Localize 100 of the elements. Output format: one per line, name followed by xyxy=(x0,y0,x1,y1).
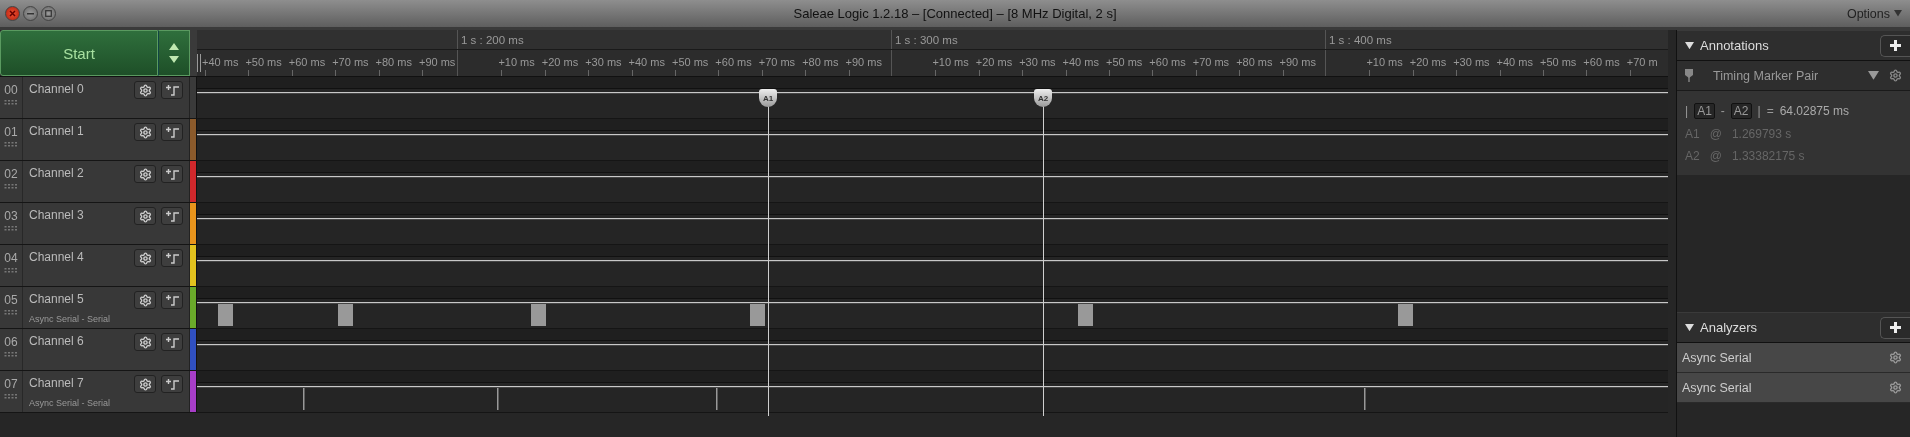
channel-name: Channel 4 xyxy=(29,250,84,264)
minimize-icon xyxy=(27,12,34,15)
channel-settings-button[interactable] xyxy=(134,207,156,225)
channel-header[interactable]: 04 Channel 4 xyxy=(0,245,190,286)
close-icon xyxy=(9,10,16,17)
trigger-button[interactable] xyxy=(161,291,183,309)
minor-time-label: +80 ms xyxy=(1236,56,1273,68)
edge-trigger-icon xyxy=(164,378,180,390)
minor-time-label: +40 ms xyxy=(1062,56,1099,68)
time-difference: 64.02875 ms xyxy=(1779,104,1850,118)
channel-header[interactable]: 01 Channel 1 xyxy=(0,119,190,160)
minor-time-label: +90 ms xyxy=(1279,56,1316,68)
up-down-arrows-icon xyxy=(169,42,179,64)
close-button[interactable] xyxy=(5,6,20,21)
grip-icon xyxy=(4,226,18,231)
settings-icon xyxy=(1889,69,1902,82)
channel-header[interactable]: 06 Channel 6 xyxy=(0,329,190,370)
settings-icon xyxy=(138,83,152,97)
channel-settings-button[interactable] xyxy=(134,123,156,141)
formula-symbol: - xyxy=(1720,104,1725,118)
analyzer-name: Async Serial xyxy=(1682,350,1752,365)
add-button[interactable] xyxy=(1880,316,1910,339)
analyzer-name: Async Serial xyxy=(1682,380,1752,395)
channel-name: Channel 2 xyxy=(29,166,84,180)
channel-settings-button[interactable] xyxy=(134,333,156,351)
start-button[interactable]: Start xyxy=(0,30,158,76)
caret-icon xyxy=(1894,10,1902,17)
timing-marker[interactable]: A2 xyxy=(1034,89,1052,107)
grip-icon xyxy=(4,100,18,105)
measurement-header[interactable]: Timing Marker Pair xyxy=(1677,61,1910,91)
minor-time-label: +10 ms xyxy=(1366,56,1403,68)
channel-number: 05 xyxy=(4,293,18,307)
minor-time-label: +50 ms xyxy=(245,56,282,68)
minor-time-label: +70 ms xyxy=(332,56,369,68)
channel-header[interactable]: 02 Channel 2 xyxy=(0,161,190,202)
minor-time-label: +80 ms xyxy=(375,56,412,68)
channel-number: 03 xyxy=(4,209,18,223)
major-time-label: 1 s : 200 ms xyxy=(460,33,524,48)
edge-trigger-icon xyxy=(164,336,180,348)
analyzer-item[interactable]: Async Serial xyxy=(1677,343,1910,373)
major-time-label: 1 s : 400 ms xyxy=(1328,33,1392,48)
trigger-button[interactable] xyxy=(161,123,183,141)
panel-header[interactable]: Analyzers xyxy=(1677,312,1910,343)
trigger-button[interactable] xyxy=(161,249,183,267)
options-menu[interactable]: Options xyxy=(1846,6,1902,21)
channel-settings-button[interactable] xyxy=(134,81,156,99)
channel-settings-button[interactable] xyxy=(134,249,156,267)
minor-time-label: +30 ms xyxy=(585,56,622,68)
panel-header[interactable]: Annotations xyxy=(1677,30,1910,61)
channel-settings-button[interactable] xyxy=(134,291,156,309)
plus-icon xyxy=(1890,322,1901,333)
settings-icon xyxy=(138,335,152,349)
time-ruler[interactable] xyxy=(190,30,1668,76)
settings-icon xyxy=(138,125,152,139)
channel-header[interactable]: 07 Channel 7 Async Serial - Serial xyxy=(0,371,190,412)
minor-time-label: +40 ms xyxy=(628,56,665,68)
trigger-button[interactable] xyxy=(161,207,183,225)
channel-header[interactable]: 00 Channel 0 xyxy=(0,77,190,118)
minimize-button[interactable] xyxy=(23,6,38,21)
formula-symbol: = xyxy=(1766,104,1774,118)
start-options-button[interactable] xyxy=(158,30,190,76)
add-button[interactable] xyxy=(1880,34,1910,57)
timing-marker[interactable]: A1 xyxy=(759,89,777,107)
maximize-button[interactable] xyxy=(41,6,56,21)
window-title: Saleae Logic 1.2.18 – [Connected] – [8 MHz Digital, 2 s] xyxy=(793,6,1117,21)
channel-number: 04 xyxy=(4,251,18,265)
settings-icon xyxy=(138,293,152,307)
grip-icon xyxy=(4,268,18,273)
minor-time-label: +70 m xyxy=(1626,56,1658,68)
trigger-button[interactable] xyxy=(161,375,183,393)
minor-time-label: +40 ms xyxy=(202,56,239,68)
channel-header[interactable]: 05 Channel 5 Async Serial - Serial xyxy=(0,287,190,328)
analyzer-label: Async Serial - Serial xyxy=(29,398,111,408)
at-symbol: @ xyxy=(1709,127,1722,141)
edge-trigger-icon xyxy=(164,84,180,96)
edge-trigger-icon xyxy=(164,294,180,306)
settings-icon xyxy=(138,167,152,181)
minor-time-label: +50 ms xyxy=(1539,56,1577,68)
scroll-handle[interactable] xyxy=(197,54,201,72)
trigger-button[interactable] xyxy=(161,81,183,99)
channel-settings-button[interactable] xyxy=(134,375,156,393)
trigger-button[interactable] xyxy=(161,333,183,351)
minor-time-label: +60 ms xyxy=(1149,56,1186,68)
minor-time-label: +80 ms xyxy=(802,56,839,68)
minor-time-label: +60 ms xyxy=(715,56,752,68)
trigger-button[interactable] xyxy=(161,165,183,183)
grip-icon xyxy=(4,352,18,357)
marker-tag: A1 xyxy=(1694,103,1715,119)
channel-header[interactable]: 03 Channel 3 xyxy=(0,203,190,244)
analyzer-item[interactable]: Async Serial xyxy=(1677,373,1910,403)
edge-trigger-icon xyxy=(164,126,180,138)
channel-name: Channel 0 xyxy=(29,82,84,96)
major-time-label: 1 s : 300 ms xyxy=(894,33,958,48)
pin-icon xyxy=(1685,69,1693,82)
channel-settings-button[interactable] xyxy=(134,165,156,183)
formula-symbol: | xyxy=(1685,104,1689,118)
channel-number: 06 xyxy=(4,335,18,349)
minor-time-label: +90 ms xyxy=(418,56,456,68)
channel-name: Channel 7 xyxy=(29,376,84,390)
settings-icon xyxy=(138,209,152,223)
